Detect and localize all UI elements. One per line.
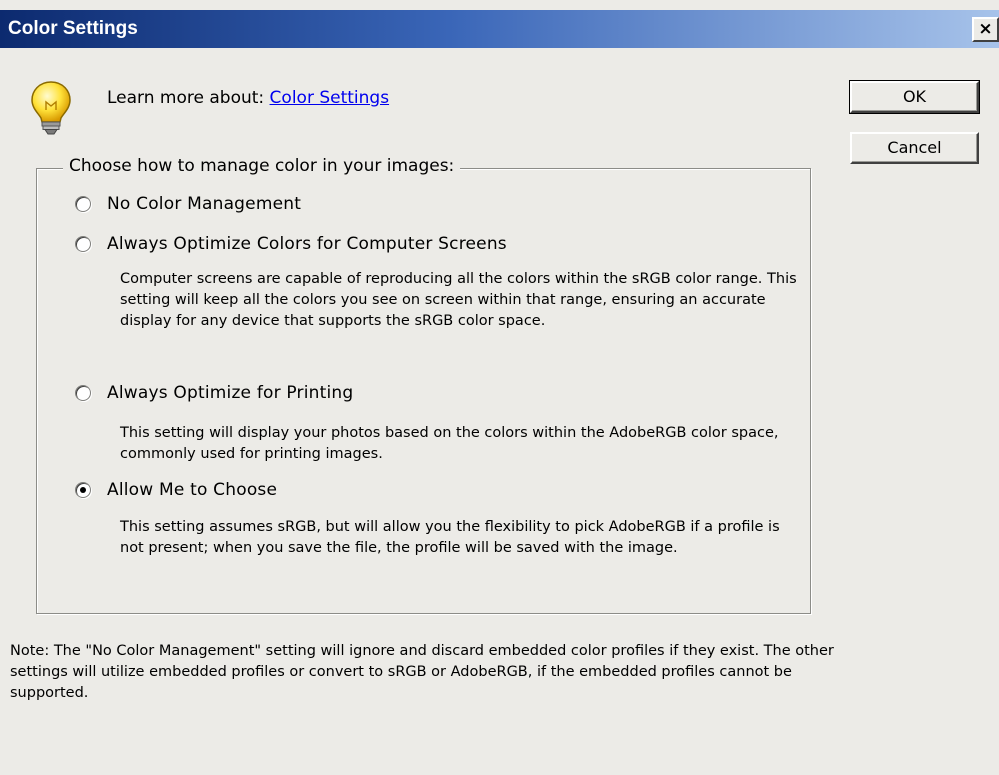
radio-allow-me-to-choose[interactable]	[75, 482, 91, 498]
cancel-button[interactable]: Cancel	[850, 132, 979, 164]
option-optimize-screens[interactable]: Always Optimize Colors for Computer Scre…	[75, 232, 507, 256]
color-settings-help-link[interactable]: Color Settings	[270, 88, 390, 108]
radio-optimize-screens[interactable]	[75, 236, 91, 252]
learn-more-prefix: Learn more about:	[107, 88, 265, 108]
note-text: Note: The "No Color Management" setting …	[10, 643, 834, 701]
option-label: Always Optimize Colors for Computer Scre…	[107, 234, 507, 254]
option-label: No Color Management	[107, 194, 302, 214]
option-description: Computer screens are capable of reproduc…	[120, 271, 797, 329]
title-bar[interactable]: Color Settings ×	[0, 10, 999, 48]
lightbulb-icon	[31, 81, 71, 135]
radio-optimize-printing[interactable]	[75, 385, 91, 401]
option-description: This setting assumes sRGB, but will allo…	[120, 519, 780, 556]
radio-no-color-management[interactable]	[75, 196, 91, 212]
close-button[interactable]: ×	[972, 17, 999, 42]
ok-button[interactable]: OK	[849, 80, 980, 114]
option-label: Allow Me to Choose	[107, 480, 278, 500]
option-no-color-management[interactable]: No Color Management	[75, 192, 301, 216]
group-legend: Choose how to manage color in your image…	[63, 156, 461, 176]
learn-more-text: Learn more about: Color Settings	[107, 88, 389, 108]
color-settings-dialog: Color Settings × Learn more about: Color…	[0, 0, 999, 775]
window-title: Color Settings	[8, 18, 138, 39]
close-icon: ×	[978, 19, 993, 39]
option-optimize-printing[interactable]: Always Optimize for Printing	[75, 381, 353, 405]
option-allow-me-to-choose[interactable]: Allow Me to Choose	[75, 478, 277, 502]
option-label: Always Optimize for Printing	[107, 383, 354, 403]
option-description: This setting will display your photos ba…	[120, 425, 779, 462]
